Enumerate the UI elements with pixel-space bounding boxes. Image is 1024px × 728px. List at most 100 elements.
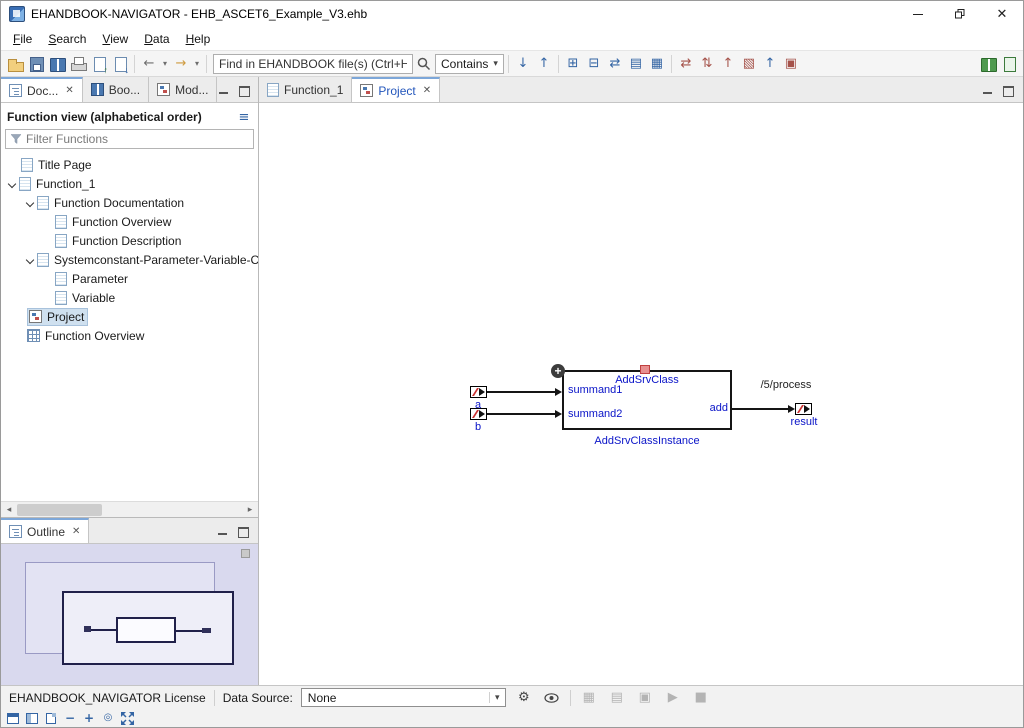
tree-item[interactable]: Parameter [1, 269, 258, 288]
search-icon[interactable] [414, 54, 434, 74]
scrollbar-track[interactable] [17, 502, 242, 518]
zoom-reset-glyph: ◎ [104, 713, 113, 723]
quick-guide-icon[interactable] [999, 54, 1019, 74]
tree-item[interactable]: Variable [1, 288, 258, 307]
collapse-all-icon[interactable]: ⊟ [584, 54, 604, 74]
close-window-button[interactable]: ✕ [981, 1, 1023, 27]
filter-input[interactable]: Filter Functions [5, 129, 254, 149]
model-up-icon[interactable]: ↑ [718, 54, 738, 74]
export-document-icon[interactable]: ↑ [89, 54, 109, 74]
output-port-icon[interactable] [795, 403, 812, 415]
stop-measurement-icon[interactable]: ■ [691, 688, 711, 708]
block-marker[interactable] [640, 365, 650, 374]
tree-item-label: Title Page [38, 158, 92, 172]
tab-documents[interactable]: Doc... ✕ [1, 77, 83, 102]
model-sync-icon[interactable]: ⇄ [676, 54, 696, 74]
tree-item[interactable]: Function_1 [1, 174, 258, 193]
fit-to-screen-icon[interactable] [119, 711, 135, 726]
datasource-select[interactable]: None ▾ [301, 688, 506, 707]
menu-search[interactable]: Search [40, 29, 94, 49]
tree-item[interactable]: Function Documentation [1, 193, 258, 212]
outline-scroll-handle[interactable] [241, 549, 250, 558]
tab-function-1[interactable]: Function_1 [259, 77, 352, 102]
next-match-icon[interactable]: ↓ [513, 54, 533, 74]
hierarchy-up-icon[interactable]: ↑ [760, 54, 780, 74]
grid-view-icon[interactable]: ▦ [647, 54, 667, 74]
tab-close-icon[interactable]: ✕ [65, 85, 73, 96]
list-view-icon[interactable]: ▤ [626, 54, 646, 74]
maximize-panel-button[interactable] [237, 83, 251, 97]
overview-window-icon[interactable] [5, 711, 21, 726]
save-icon[interactable] [26, 54, 46, 74]
tab-close-icon[interactable]: ✕ [72, 526, 80, 537]
measurement-table-icon[interactable]: ▦ [579, 688, 599, 708]
signal-view-icon[interactable]: ▣ [635, 688, 655, 708]
start-measurement-icon[interactable]: ▶ [663, 688, 683, 708]
menu-help[interactable]: Help [178, 29, 219, 49]
chevron-down-icon[interactable] [23, 257, 37, 263]
scroll-right-icon[interactable]: ▸ [242, 502, 258, 518]
chevron-down-icon[interactable] [5, 181, 19, 187]
tree-item-selected[interactable]: Project [1, 307, 258, 326]
datasource-settings-icon[interactable]: ⚙ [514, 688, 534, 708]
link-with-editor-icon[interactable]: ⇄ [605, 54, 625, 74]
tree-item[interactable]: Function Overview [1, 326, 258, 345]
maximize-panel-button[interactable] [1001, 83, 1015, 97]
forward-history-dropdown[interactable]: ▾ [192, 54, 202, 74]
tree-item[interactable]: Systemconstant-Parameter-Variable-Cl [1, 250, 258, 269]
minimize-panel-button[interactable] [217, 83, 231, 97]
outline-minimap[interactable] [1, 544, 258, 685]
horizontal-scrollbar[interactable]: ◂ ▸ [1, 501, 258, 517]
print-icon[interactable] [68, 54, 88, 74]
zoom-reset-icon[interactable]: ◎ [100, 711, 116, 726]
tab-bookmarks[interactable]: Boo... [83, 77, 149, 102]
tree-item[interactable]: Function Overview [1, 212, 258, 231]
previous-match-icon[interactable]: ↑ [534, 54, 554, 74]
tree-item[interactable]: Title Page [1, 155, 258, 174]
model-compare-icon[interactable]: ⇅ [697, 54, 717, 74]
chevron-down-icon[interactable] [23, 200, 37, 206]
image-view-icon[interactable]: ▣ [781, 54, 801, 74]
menu-view[interactable]: View [94, 29, 136, 49]
arrow-up-glyph: ↑ [764, 57, 775, 70]
diagram-view-icon[interactable]: ▧ [739, 54, 759, 74]
back-history-dropdown[interactable]: ▾ [160, 54, 170, 74]
minimize-panel-button[interactable] [981, 83, 995, 97]
tab-outline[interactable]: Outline ✕ [1, 518, 89, 543]
input-port-icon-b[interactable] [470, 408, 487, 420]
show-values-icon[interactable] [542, 688, 562, 708]
menu-data[interactable]: Data [136, 29, 177, 49]
user-manual-icon[interactable] [978, 54, 998, 74]
restore-window-button[interactable] [939, 1, 981, 27]
open-folder-icon[interactable] [5, 54, 25, 74]
navigate-back-button[interactable]: ← [139, 54, 159, 74]
scroll-left-icon[interactable]: ◂ [1, 502, 17, 518]
maximize-panel-button[interactable] [236, 524, 250, 538]
panel-buttons [981, 77, 1023, 102]
zoom-out-icon[interactable]: − [62, 711, 78, 726]
separator [214, 690, 215, 706]
tab-models[interactable]: Mod... [149, 77, 217, 102]
menu-file[interactable]: File [5, 29, 40, 49]
page-view-icon[interactable] [43, 711, 59, 726]
filter-funnel-icon [10, 133, 22, 145]
outline-viewport-rect[interactable] [25, 562, 215, 654]
minimize-window-button[interactable] [897, 1, 939, 27]
tab-close-icon[interactable]: ✕ [423, 85, 431, 96]
scrollbar-thumb[interactable] [17, 504, 102, 516]
zoom-in-icon[interactable]: + [81, 711, 97, 726]
sort-order-icon[interactable]: ≡ [236, 109, 252, 125]
handbook-icon[interactable] [47, 54, 67, 74]
calibration-view-icon[interactable]: ▤ [607, 688, 627, 708]
minimize-panel-button[interactable] [216, 524, 230, 538]
tree-item[interactable]: Function Description [1, 231, 258, 250]
input-port-icon-a[interactable] [470, 386, 487, 398]
tab-project[interactable]: Project ✕ [352, 77, 440, 102]
find-input[interactable] [213, 54, 413, 74]
navigate-forward-button[interactable]: → [171, 54, 191, 74]
import-document-icon[interactable]: ↓ [110, 54, 130, 74]
contains-dropdown[interactable]: Contains ▾ [435, 54, 504, 74]
expand-all-icon[interactable]: ⊞ [563, 54, 583, 74]
split-view-icon[interactable] [24, 711, 40, 726]
diagram-canvas[interactable]: + AddSrvClass summand1 summand2 add AddS… [259, 103, 1023, 685]
